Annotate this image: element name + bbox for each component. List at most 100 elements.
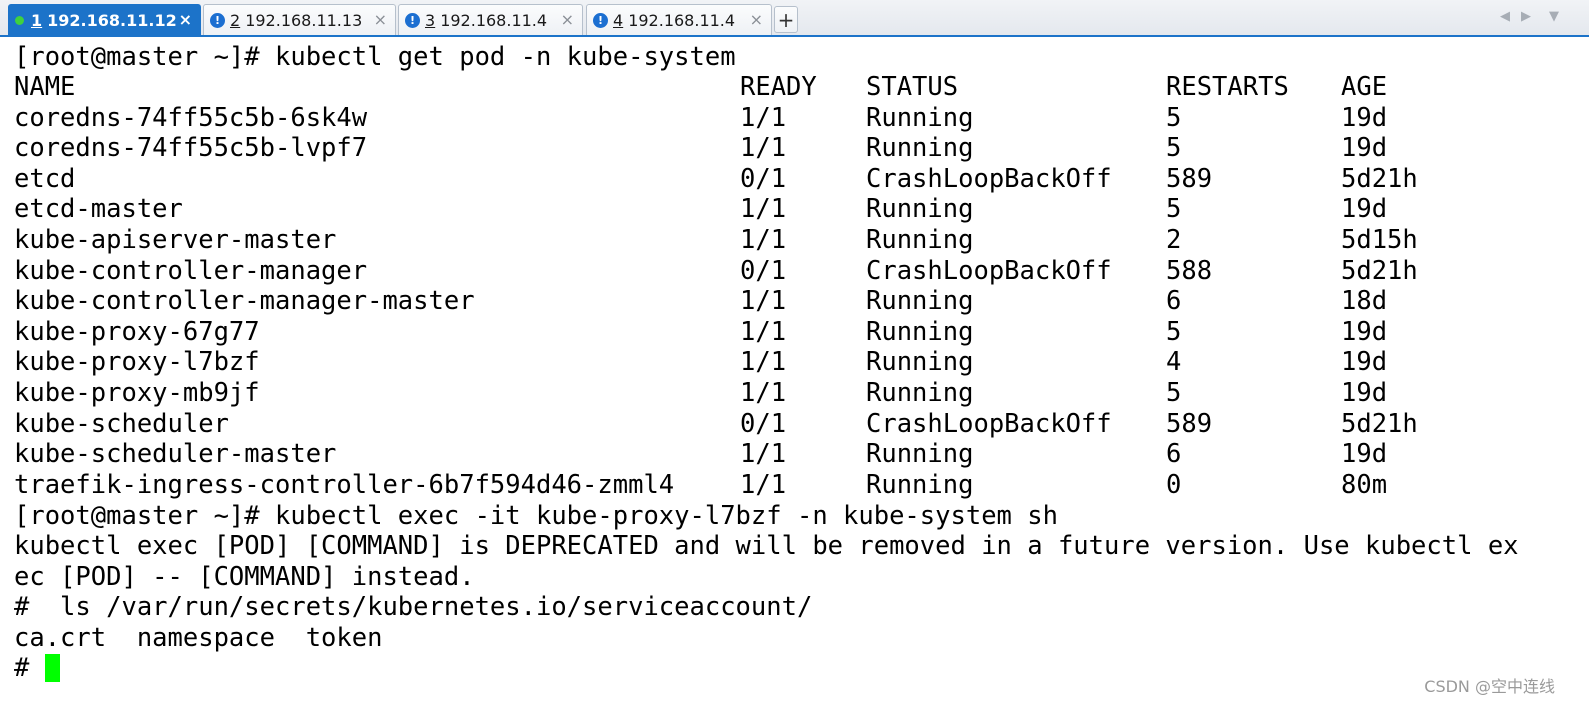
pod-row: kube-proxy-mb9jf 1/1 Running 5 19d xyxy=(14,378,1574,408)
pod-restarts: 6 xyxy=(1166,439,1182,470)
pod-row: kube-proxy-l7bzf 1/1 Running 4 19d xyxy=(14,347,1574,377)
pod-name: kube-controller-manager xyxy=(14,255,368,286)
alert-icon: ! xyxy=(210,12,225,28)
column-header-name: NAME xyxy=(14,72,76,102)
pod-row: etcd 0/1 CrashLoopBackOff 589 5d21h xyxy=(14,164,1574,194)
terminal-line-output: ca.crt namespace token xyxy=(14,623,383,653)
pod-age: 19d xyxy=(1341,102,1388,133)
pod-restarts: 5 xyxy=(1166,133,1182,164)
pod-name: etcd-master xyxy=(14,194,183,225)
pod-restarts: 0 xyxy=(1166,469,1182,500)
tab-host: 192.168.11.12 xyxy=(47,10,177,30)
pod-age: 19d xyxy=(1341,133,1388,164)
pod-ready: 0/1 xyxy=(740,255,787,286)
pod-ready: 1/1 xyxy=(740,347,787,378)
pod-restarts: 588 xyxy=(1166,255,1213,286)
tab-number: 4 xyxy=(613,10,624,30)
pod-table-header: NAME READY STATUS RESTARTS AGE xyxy=(14,72,1574,102)
pod-ready: 1/1 xyxy=(740,439,787,470)
pod-status: CrashLoopBackOff xyxy=(866,255,1112,286)
pod-restarts: 5 xyxy=(1166,194,1182,225)
pod-row: kube-controller-manager-master 1/1 Running… xyxy=(14,286,1574,316)
pod-row: coredns-74ff55c5b-6sk4w 1/1 Running 5 19d xyxy=(14,103,1574,133)
terminal-cursor xyxy=(44,654,60,682)
column-header-status: STATUS xyxy=(866,72,959,102)
pod-row: coredns-74ff55c5b-lvpf7 1/1 Running 5 19d xyxy=(14,133,1574,163)
terminal-prompt-line[interactable]: # xyxy=(14,653,60,683)
pod-status: Running xyxy=(866,194,974,225)
pod-ready: 1/1 xyxy=(740,469,787,500)
terminal-line-warning: ec [POD] -- [COMMAND] instead. xyxy=(14,562,475,592)
pod-name: kube-proxy-67g77 xyxy=(14,316,260,347)
pod-status: Running xyxy=(866,439,974,470)
pod-status: Running xyxy=(866,469,974,500)
scroll-tabs-left-icon[interactable]: ◀ xyxy=(1500,9,1510,24)
pod-age: 19d xyxy=(1341,377,1388,408)
session-tab-3[interactable]: ! 3 192.168.11.4 × xyxy=(398,4,583,35)
pod-row: kube-controller-manager 0/1 CrashLoopBackO… xyxy=(14,256,1574,286)
tab-number: 1 xyxy=(31,10,43,30)
pod-row: traefik-ingress-controller-6b7f594d46-zm… xyxy=(14,470,1574,500)
close-tab-icon[interactable]: × xyxy=(374,10,387,29)
pod-restarts: 5 xyxy=(1166,102,1182,133)
pod-name: kube-proxy-mb9jf xyxy=(14,377,260,408)
pod-ready: 1/1 xyxy=(740,316,787,347)
pod-ready: 1/1 xyxy=(740,194,787,225)
pod-status: Running xyxy=(866,102,974,133)
pod-status: CrashLoopBackOff xyxy=(866,163,1112,194)
pod-name: kube-proxy-l7bzf xyxy=(14,347,260,378)
tab-host: 192.168.11.4 xyxy=(440,10,548,30)
pod-name: kube-scheduler-master xyxy=(14,439,337,470)
tab-number: 2 xyxy=(230,10,241,30)
pod-status: Running xyxy=(866,133,974,164)
session-tab-2[interactable]: ! 2 192.168.11.13 × xyxy=(203,4,396,35)
pod-restarts: 5 xyxy=(1166,316,1182,347)
pod-name: kube-apiserver-master xyxy=(14,224,337,255)
terminal-output[interactable]: [root@master ~]# kubectl get pod -n kube… xyxy=(0,39,1589,713)
connected-status-icon xyxy=(15,15,24,25)
terminal-line-command: [root@master ~]# kubectl get pod -n kube… xyxy=(14,42,736,72)
pod-ready: 1/1 xyxy=(740,377,787,408)
pod-status: Running xyxy=(866,286,974,317)
pod-status: Running xyxy=(866,377,974,408)
pod-status: Running xyxy=(866,224,974,255)
pod-status: Running xyxy=(866,316,974,347)
terminal-line-command: # ls /var/run/secrets/kubernetes.io/serv… xyxy=(14,592,813,622)
pod-name: kube-scheduler xyxy=(14,408,229,439)
pod-age: 5d21h xyxy=(1341,255,1418,286)
pod-name: traefik-ingress-controller-6b7f594d46-zm… xyxy=(14,469,675,500)
pod-row: kube-scheduler 0/1 CrashLoopBackOff 589 5d21… xyxy=(14,409,1574,439)
pod-name: coredns-74ff55c5b-6sk4w xyxy=(14,102,368,133)
pod-restarts: 5 xyxy=(1166,377,1182,408)
watermark: CSDN @空中连线 xyxy=(1424,677,1555,696)
pod-age: 80m xyxy=(1341,469,1388,500)
pod-restarts: 589 xyxy=(1166,408,1213,439)
tab-list-menu-icon[interactable]: ▼ xyxy=(1549,9,1559,24)
add-tab-button[interactable]: + xyxy=(774,6,798,33)
pod-ready: 1/1 xyxy=(740,133,787,164)
pod-row: kube-proxy-67g77 1/1 Running 5 19d xyxy=(14,317,1574,347)
pod-restarts: 4 xyxy=(1166,347,1182,378)
pod-age: 19d xyxy=(1341,316,1388,347)
close-tab-icon[interactable]: × xyxy=(561,10,574,29)
close-tab-icon[interactable]: × xyxy=(750,10,763,29)
session-tab-1[interactable]: 1 192.168.11.12 × xyxy=(8,4,201,35)
pod-ready: 0/1 xyxy=(740,408,787,439)
pod-restarts: 6 xyxy=(1166,286,1182,317)
tab-host: 192.168.11.4 xyxy=(628,10,736,30)
pod-age: 5d21h xyxy=(1341,163,1418,194)
pod-name: etcd xyxy=(14,163,76,194)
tab-number: 3 xyxy=(425,10,436,30)
session-tab-4[interactable]: ! 4 192.168.11.4 × xyxy=(586,4,772,35)
pod-row: etcd-master 1/1 Running 5 19d xyxy=(14,194,1574,224)
session-tab-bar: 1 192.168.11.12 × ! 2 192.168.11.13 × ! … xyxy=(0,0,1589,37)
pod-restarts: 589 xyxy=(1166,163,1213,194)
pod-age: 18d xyxy=(1341,286,1388,317)
alert-icon: ! xyxy=(593,12,608,28)
pod-age: 19d xyxy=(1341,347,1388,378)
pod-ready: 1/1 xyxy=(740,102,787,133)
scroll-tabs-right-icon[interactable]: ▶ xyxy=(1521,9,1531,24)
close-tab-icon[interactable]: × xyxy=(179,10,192,29)
terminal-line-warning: kubectl exec [POD] [COMMAND] is DEPRECAT… xyxy=(14,531,1519,561)
pod-ready: 0/1 xyxy=(740,163,787,194)
